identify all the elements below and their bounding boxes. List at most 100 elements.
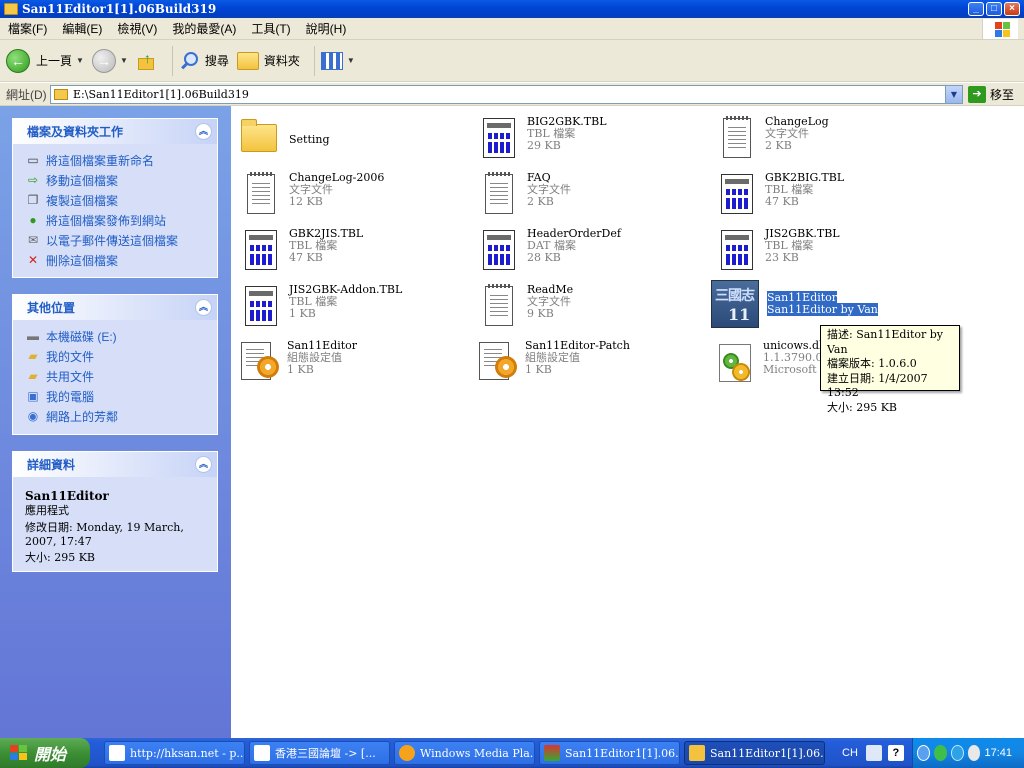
config-file-icon: [475, 338, 519, 386]
email-file-link[interactable]: ✉ 以電子郵件傳送這個檔案: [25, 230, 205, 250]
maximize-button[interactable]: □: [986, 2, 1002, 16]
panel-header[interactable]: 詳細資料 ︽: [13, 452, 217, 477]
computer-icon: ▣: [27, 389, 39, 403]
up-folder-button[interactable]: ↑: [136, 50, 158, 72]
file-size: 1 KB: [289, 307, 316, 320]
taskbar-item-browser[interactable]: http://hksan.net - p...: [104, 741, 245, 765]
local-disk-link[interactable]: ▬ 本機磁碟 (E:): [25, 326, 205, 346]
file-item[interactable]: FAQ 文字文件 2 KB: [477, 170, 707, 222]
address-bar: 網址(D) E:\San11Editor1[1].06Build319 ▼ ➔ …: [0, 83, 1024, 106]
close-button[interactable]: ×: [1004, 2, 1020, 16]
taskbar-item-forum[interactable]: 香港三國論壇 -> [...: [249, 741, 390, 765]
file-item[interactable]: BIG2GBK.TBL TBL 檔案 29 KB: [477, 114, 707, 166]
media-player-icon: [399, 745, 415, 761]
expand-tray-icon[interactable]: [917, 745, 931, 761]
file-size: 23 KB: [765, 251, 799, 264]
config-file-icon: [237, 338, 281, 386]
task-pane: 檔案及資料夾工作 ︽ ▭ 將這個檔案重新命名 ⇨ 移動這個檔案 ❐ 複製這個檔案 ● 將…: [0, 106, 231, 738]
file-item[interactable]: unicows.dll 1.1.3790.0 Microsoft L: [713, 338, 833, 390]
tooltip-description: 描述: San11Editor by Van: [827, 328, 944, 356]
language-indicator[interactable]: CH: [842, 747, 858, 759]
taskbar-item-editor[interactable]: San11Editor1[1].06...: [539, 741, 680, 765]
address-dropdown-button[interactable]: ▼: [945, 86, 962, 103]
file-list: Setting BIG2GBK.TBL TBL 檔案 29 KB ChangeLog…: [231, 106, 1024, 738]
minimize-button[interactable]: _: [968, 2, 984, 16]
file-item[interactable]: Setting: [239, 114, 469, 166]
folders-button[interactable]: 資料夾: [236, 51, 300, 70]
network-icon[interactable]: [934, 745, 947, 761]
menu-edit[interactable]: 編輯(E): [54, 20, 109, 37]
chevron-down-icon[interactable]: ▼: [347, 56, 355, 65]
collapse-chevron-icon[interactable]: ︽: [195, 456, 212, 473]
file-item[interactable]: JIS2GBK-Addon.TBL TBL 檔案 1 KB: [239, 282, 469, 334]
taskbar-item-explorer[interactable]: San11Editor1[1].06...: [684, 741, 825, 765]
folder-icon: [54, 89, 68, 100]
back-arrow-icon: ←: [6, 48, 30, 73]
tooltip-version: 檔案版本: 1.0.6.0: [827, 357, 917, 370]
tbl-file-icon: [477, 114, 521, 162]
chevron-down-icon[interactable]: ▼: [76, 56, 84, 65]
title-bar: San11Editor1[1].06Build319 _ □ ×: [0, 0, 1024, 18]
file-item[interactable]: ReadMe 文字文件 9 KB: [477, 282, 707, 334]
file-item-selected[interactable]: 三國志 11 San11Editor San11Editor by Van: [711, 278, 941, 330]
start-button[interactable]: 開始: [0, 738, 90, 768]
my-documents-link[interactable]: ▰ 我的文件: [25, 346, 205, 366]
menu-help[interactable]: 說明(H): [298, 20, 354, 37]
panel-header[interactable]: 其他位置 ︽: [13, 295, 217, 320]
collapse-chevron-icon[interactable]: ︽: [195, 299, 212, 316]
forward-button[interactable]: → ▼: [91, 48, 128, 73]
address-input[interactable]: E:\San11Editor1[1].06Build319 ▼: [50, 85, 963, 104]
move-file-link[interactable]: ⇨ 移動這個檔案: [25, 170, 205, 190]
details-name: San11Editor: [25, 489, 109, 503]
menu-file[interactable]: 檔案(F): [0, 20, 54, 37]
taskbar: 開始 http://hksan.net - p... 香港三國論壇 -> [..…: [0, 738, 1024, 768]
chevron-down-icon[interactable]: ▼: [120, 56, 128, 65]
publish-file-link[interactable]: ● 將這個檔案發佈到網站: [25, 210, 205, 230]
file-item[interactable]: ChangeLog 文字文件 2 KB: [715, 114, 945, 166]
views-button[interactable]: ▼: [320, 51, 355, 70]
file-item[interactable]: HeaderOrderDef DAT 檔案 28 KB: [477, 226, 707, 278]
file-item[interactable]: ChangeLog-2006 文字文件 12 KB: [239, 170, 469, 222]
file-item[interactable]: San11Editor 組態設定值 1 KB: [237, 338, 467, 390]
shared-documents-link[interactable]: ▰ 共用文件: [25, 366, 205, 386]
file-item[interactable]: San11Editor-Patch 組態設定值 1 KB: [475, 338, 705, 390]
delete-x-icon: ✕: [27, 253, 39, 267]
taskbar-item-media-player[interactable]: Windows Media Pla...: [394, 741, 535, 765]
go-button[interactable]: ➔ 移至: [968, 85, 1022, 104]
clock: 17:41: [984, 747, 1012, 759]
copy-file-link[interactable]: ❐ 複製這個檔案: [25, 190, 205, 210]
security-icon[interactable]: [967, 745, 981, 761]
folder-icon: [4, 3, 18, 15]
collapse-chevron-icon[interactable]: ︽: [195, 123, 212, 140]
file-item[interactable]: GBK2JIS.TBL TBL 檔案 47 KB: [239, 226, 469, 278]
menu-favorites[interactable]: 我的最愛(A): [164, 20, 243, 37]
folder-icon: ▰: [28, 349, 38, 363]
browser-icon: [109, 745, 125, 761]
search-button[interactable]: 搜尋: [179, 50, 229, 72]
keyboard-icon[interactable]: [865, 745, 882, 761]
help-icon[interactable]: ?: [887, 745, 904, 761]
address-label: 網址(D): [6, 87, 47, 102]
globe-icon: ●: [29, 213, 37, 227]
network-places-link[interactable]: ◉ 網路上的芳鄰: [25, 406, 205, 426]
menu-view[interactable]: 檢視(V): [109, 20, 164, 37]
my-computer-link[interactable]: ▣ 我的電腦: [25, 386, 205, 406]
panel-title: 檔案及資料夾工作: [27, 125, 124, 139]
address-value: E:\San11Editor1[1].06Build319: [73, 88, 249, 101]
browser-icon: [254, 745, 270, 761]
messenger-icon[interactable]: [950, 745, 964, 761]
panel-title: 其他位置: [27, 301, 76, 315]
menu-tools[interactable]: 工具(T): [243, 20, 297, 37]
panel-header[interactable]: 檔案及資料夾工作 ︽: [13, 119, 217, 144]
delete-file-link[interactable]: ✕ 刪除這個檔案: [25, 250, 205, 270]
file-item[interactable]: GBK2BIG.TBL TBL 檔案 47 KB: [715, 170, 945, 222]
views-icon: [320, 51, 343, 70]
dll-file-icon: [713, 338, 757, 386]
rename-file-link[interactable]: ▭ 將這個檔案重新命名: [25, 150, 205, 170]
text-file-icon: [239, 170, 283, 218]
file-item[interactable]: JIS2GBK.TBL TBL 檔案 23 KB: [715, 226, 945, 278]
back-button[interactable]: ← 上一頁 ▼: [6, 48, 84, 73]
window-title: San11Editor1[1].06Build319: [22, 2, 217, 16]
network-icon: ◉: [27, 409, 39, 423]
tbl-file-icon: [239, 226, 283, 274]
